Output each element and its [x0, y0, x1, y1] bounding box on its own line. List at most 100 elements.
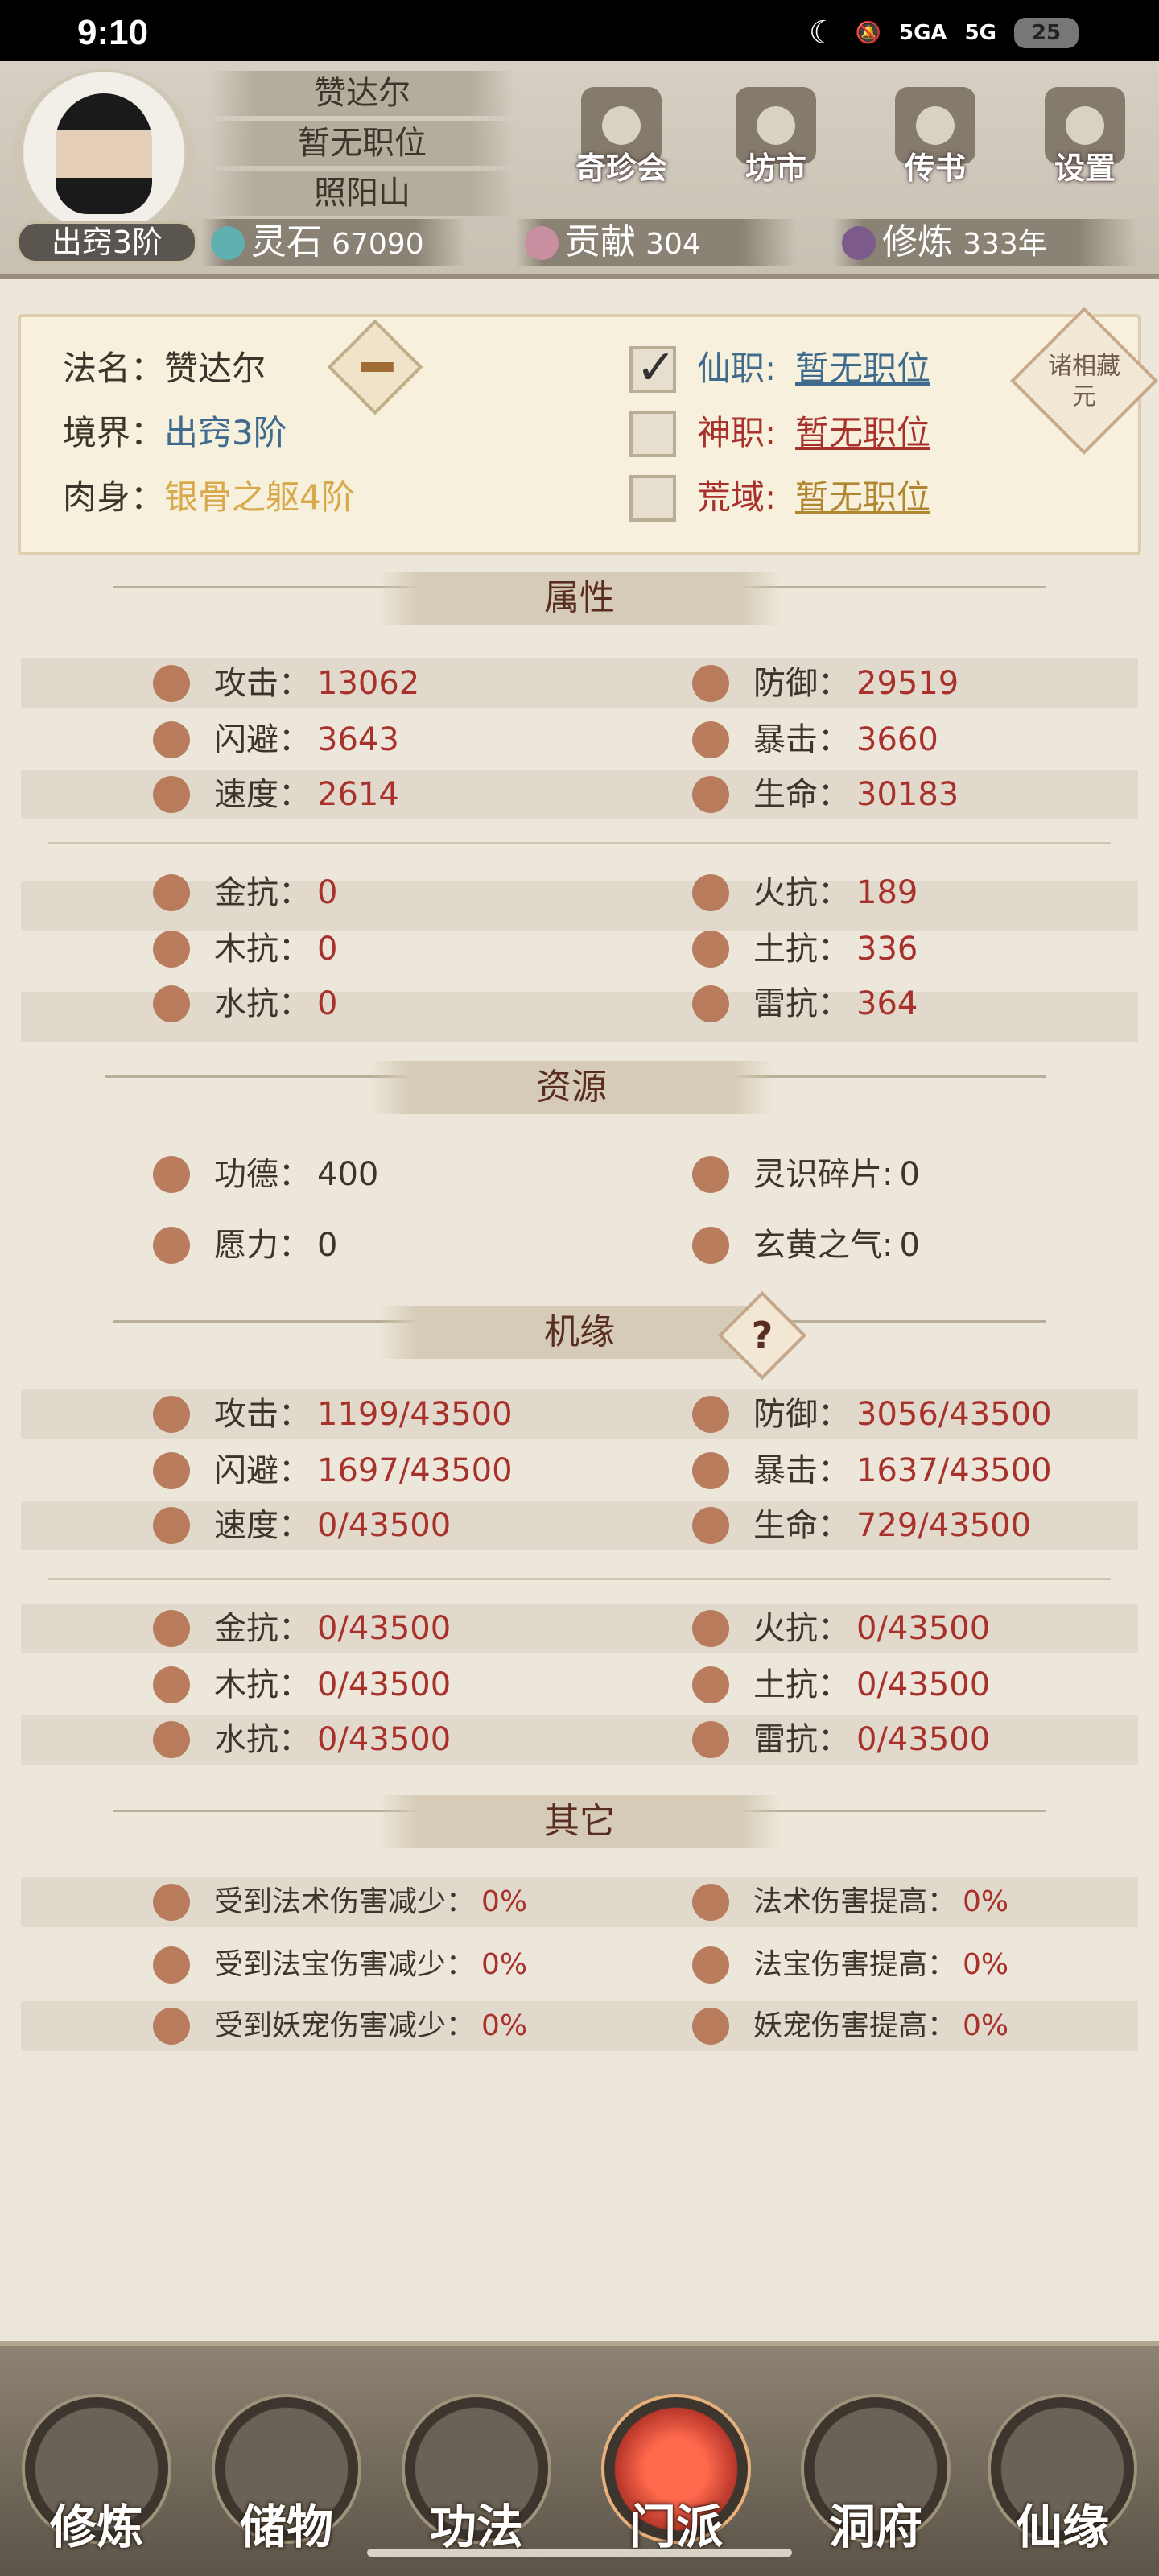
fortune-life: 生命： 729/43500 — [692, 1501, 1031, 1550]
stat-crit: 暴击： 3660 — [692, 715, 938, 765]
spirit-stone-icon — [211, 226, 245, 260]
dharma-name: 赞达尔 — [164, 349, 266, 388]
fortune-dodge: 闪避： 1697/43500 — [153, 1446, 513, 1496]
stat-defense: 防御： 29519 — [692, 658, 959, 708]
stat-earth-resist: 土抗： 336 — [692, 924, 918, 974]
resource-will: 愿力： 0 — [153, 1220, 337, 1270]
fortune-fire-resist: 火抗： 0/43500 — [692, 1604, 990, 1653]
stat-attack: 攻击： 13062 — [153, 658, 419, 708]
dodge-icon — [153, 1452, 190, 1489]
water-icon — [153, 1721, 190, 1758]
crit-icon — [692, 721, 729, 758]
water-icon — [153, 985, 190, 1022]
shard-icon — [692, 1156, 729, 1193]
stat-water-resist: 水抗： 0 — [153, 979, 337, 1029]
status-bar: 9:10 ☾ 🔕 5GA 5G 25 — [0, 0, 1159, 61]
dodge-icon — [153, 721, 190, 758]
stat-thunder-resist: 雷抗： 364 — [692, 979, 918, 1029]
zhuxiang-button[interactable]: 诸相藏元 — [1010, 307, 1158, 455]
body-row: 肉身：银骨之躯4阶 — [63, 477, 355, 517]
cultivation-counter[interactable]: 修炼 333年 — [832, 219, 1138, 266]
cultivation-icon — [842, 226, 876, 260]
thunder-icon — [692, 985, 729, 1022]
crit-icon — [692, 1452, 729, 1489]
speed-icon — [153, 776, 190, 813]
will-icon — [153, 1227, 190, 1264]
fortune-attack: 攻击： 1199/43500 — [153, 1389, 513, 1439]
divine-post-checkbox[interactable] — [629, 411, 676, 457]
resource-soul-shard: 灵识碎片: 0 — [692, 1150, 920, 1199]
treasure-dmg-reduction: 受到法宝伤害减少： 0% — [153, 1940, 527, 1990]
wild-domain-checkbox[interactable] — [629, 475, 676, 522]
resource-merit: 功德： 400 — [153, 1150, 378, 1199]
fortune-speed: 速度： 0/43500 — [153, 1501, 451, 1550]
wild-domain-link[interactable]: 暂无职位 — [795, 470, 930, 519]
nav-skills[interactable]: 功法 — [396, 2394, 557, 2555]
fortune-defense: 防御： 3056/43500 — [692, 1389, 1052, 1439]
do-not-disturb-icon: ☾ — [808, 14, 838, 52]
spell-reduce-icon — [153, 1884, 190, 1921]
immortal-post-label: 仙职: — [697, 349, 777, 388]
life-icon — [692, 776, 729, 813]
dharma-name-row: 法名：赞达尔 — [63, 349, 266, 388]
character-info-card: 法名：赞达尔 境界：出窍3阶 肉身：银骨之躯4阶 ✓ 仙职: 暂无职位 神职: … — [18, 307, 1158, 555]
contribution-counter[interactable]: 贡献 304 — [515, 219, 797, 266]
check-icon: ✓ — [636, 340, 677, 396]
stat-fire-resist: 火抗： 189 — [692, 868, 918, 918]
mute-icon: 🔕 — [855, 21, 881, 45]
immortal-post-link[interactable]: 暂无职位 — [795, 341, 930, 390]
nav-immortal-fate[interactable]: 仙缘 — [982, 2394, 1143, 2555]
immortal-post-checkbox[interactable]: ✓ — [629, 340, 676, 396]
mail-button[interactable]: 传书 — [879, 87, 992, 208]
speed-icon — [153, 1507, 190, 1544]
fire-icon — [692, 1610, 729, 1647]
treasure-auction-button[interactable]: 奇珍会 — [565, 87, 678, 208]
name-plates: 赞达尔 暂无职位 照阳山 — [209, 71, 515, 221]
spell-dmg-reduction: 受到法术伤害减少： 0% — [153, 1877, 527, 1927]
avatar[interactable]: 出窍3阶 — [11, 69, 198, 264]
pet-up-icon — [692, 2008, 729, 2045]
sword-icon — [153, 665, 190, 702]
contribution-icon — [525, 226, 559, 260]
fortune-crit: 暴击： 1637/43500 — [692, 1446, 1052, 1496]
fortune-wood-resist: 木抗： 0/43500 — [153, 1660, 451, 1710]
stat-wood-resist: 木抗： 0 — [153, 924, 337, 974]
earth-icon — [692, 931, 729, 968]
merit-icon — [153, 1156, 190, 1193]
nav-storage[interactable]: 储物 — [206, 2394, 367, 2555]
player-position: 暂无职位 — [209, 121, 515, 166]
bottom-nav: 修炼 储物 功法 门派 洞府 仙缘 — [0, 2341, 1159, 2576]
wild-domain-label: 荒域: — [697, 477, 777, 517]
treasure-up-icon — [692, 1946, 729, 1984]
divider — [48, 842, 1111, 844]
player-header: 出窍3阶 赞达尔 暂无职位 照阳山 奇珍会 坊市 传书 设置 灵石 67090 … — [0, 61, 1159, 279]
section-title-resources: 资源 — [370, 1061, 773, 1114]
nav-sect[interactable]: 门派 — [596, 2394, 757, 2555]
signal-5g: 5G — [964, 21, 996, 45]
player-name: 赞达尔 — [209, 71, 515, 116]
rename-brush-icon[interactable] — [327, 319, 423, 415]
body-value: 银骨之躯4阶 — [164, 477, 355, 517]
wood-icon — [153, 1666, 190, 1703]
stat-speed: 速度： 2614 — [153, 770, 399, 819]
pet-dmg-reduction: 受到妖宠伤害减少： 0% — [153, 2001, 527, 2051]
spell-up-icon — [692, 1884, 729, 1921]
stat-life: 生命： 30183 — [692, 770, 959, 819]
nav-cultivate[interactable]: 修炼 — [16, 2394, 177, 2555]
divine-post-link[interactable]: 暂无职位 — [795, 406, 930, 455]
pet-reduce-icon — [153, 2008, 190, 2045]
status-time: 9:10 — [77, 13, 149, 52]
home-indicator[interactable] — [367, 2549, 792, 2557]
fortune-help-button[interactable]: ? — [717, 1290, 807, 1381]
fortune-water-resist: 水抗： 0/43500 — [153, 1715, 451, 1765]
shield-icon — [692, 665, 729, 702]
shield-icon — [692, 1396, 729, 1433]
pet-dmg-bonus: 妖宠伤害提高： 0% — [692, 2001, 1008, 2051]
market-button[interactable]: 坊市 — [720, 87, 832, 208]
settings-button[interactable]: 设置 — [1029, 87, 1141, 208]
spirit-stone-counter[interactable]: 灵石 67090 — [201, 219, 467, 266]
fortune-earth-resist: 土抗： 0/43500 — [692, 1660, 990, 1710]
nav-cave[interactable]: 洞府 — [795, 2394, 956, 2555]
wood-icon — [153, 931, 190, 968]
stat-metal-resist: 金抗： 0 — [153, 868, 337, 918]
